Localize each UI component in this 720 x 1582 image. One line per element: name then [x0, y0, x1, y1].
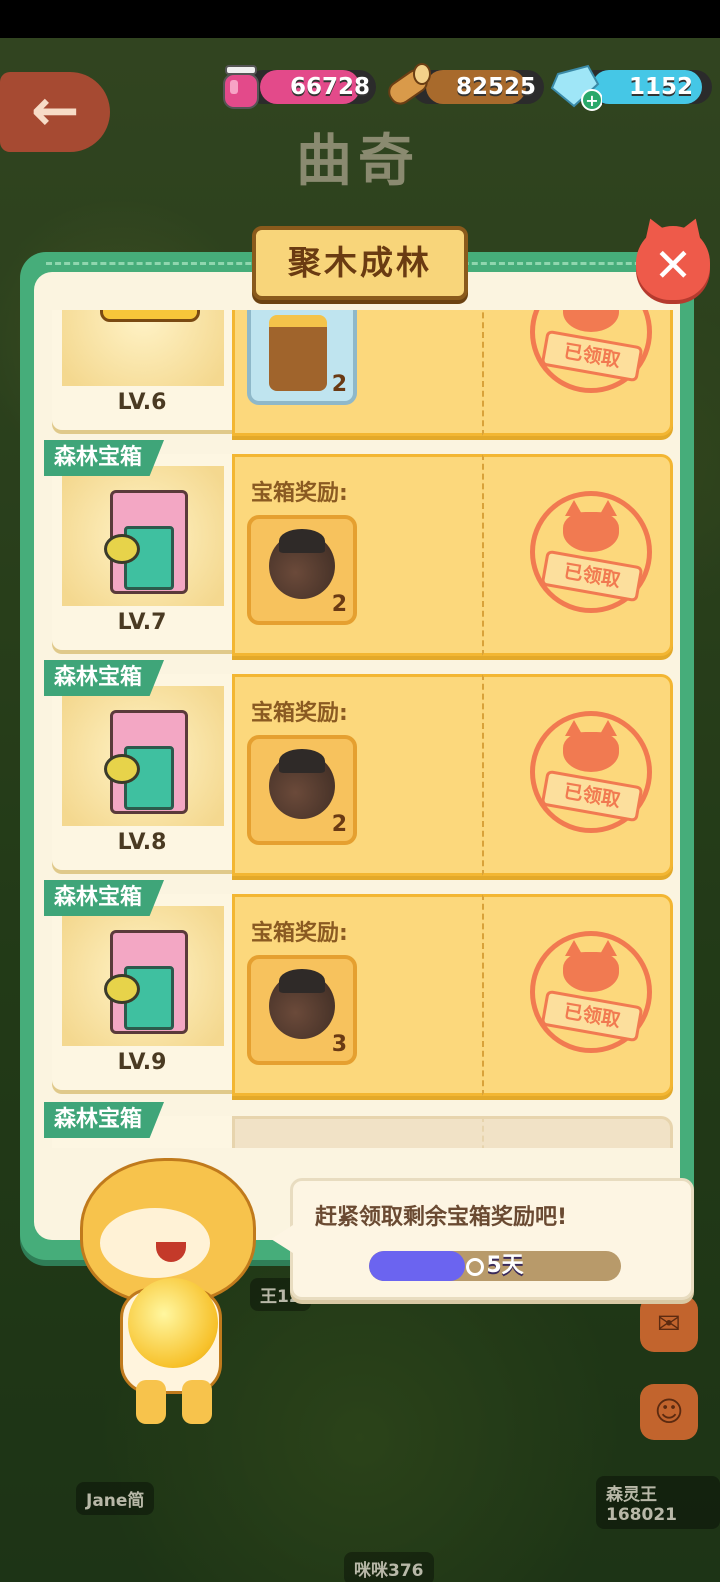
- player-name-tag: 森灵王168021: [596, 1476, 720, 1529]
- claimed-stamp: 已领取: [530, 711, 652, 833]
- cat-face-icon: [563, 940, 619, 992]
- jam-count: 66728: [290, 74, 371, 100]
- close-icon[interactable]: ✕: [636, 226, 710, 300]
- reward-list[interactable]: LV.6 2 已领取 森林宝箱 LV.7 宝箱奖励: 2 已领取 森林宝箱 LV…: [34, 310, 680, 1148]
- chest-tag: 森林宝箱: [44, 440, 165, 476]
- timer-text: 5天: [486, 1253, 524, 1278]
- reward-count: 3: [331, 1032, 347, 1057]
- jam-jar-icon: [216, 60, 266, 112]
- wood-resource[interactable]: 82525: [382, 63, 544, 108]
- claimed-label: 已领取: [540, 989, 644, 1043]
- reward-row: 森林宝箱 LV.9 宝箱奖励: 3 已领取: [44, 880, 673, 1098]
- reward-item[interactable]: 2: [247, 310, 357, 405]
- profile-card-icon[interactable]: ☺: [640, 1384, 698, 1440]
- chat-icon[interactable]: ✉: [640, 1296, 698, 1352]
- reward-row: 森林宝箱 LV.7 宝箱奖励: 2 已领取: [44, 440, 673, 658]
- diamond-icon: +: [548, 60, 603, 112]
- reward-row: LV.6 2 已领取: [52, 310, 673, 438]
- gold-chest-icon: [100, 310, 200, 322]
- cat-face-icon: [563, 720, 619, 772]
- claimed-stamp: 已领取: [530, 491, 652, 613]
- reward-item[interactable]: 2: [247, 735, 357, 845]
- chest-tag: 森林宝箱: [44, 1102, 165, 1138]
- crow-bomb-icon: [269, 969, 335, 1039]
- chest-tag: 森林宝箱: [44, 880, 165, 916]
- panel-title-plate: 聚木成林: [252, 226, 468, 300]
- cat-mascot: [70, 1148, 260, 1428]
- panel-title: 聚木成林: [288, 243, 432, 282]
- gem-count: 1152: [628, 74, 693, 100]
- chest-level: LV.7: [117, 610, 167, 635]
- forest-chest-icon: [104, 704, 188, 822]
- svg-text:+: +: [585, 91, 598, 110]
- player-name-tag: Jane简: [76, 1482, 155, 1515]
- reward-item[interactable]: 3: [247, 955, 357, 1065]
- wood-count: 82525: [456, 74, 537, 100]
- reward-label: 宝箱奖励:: [251, 481, 348, 506]
- forest-chest-icon: [104, 484, 188, 602]
- chest-level: LV.6: [117, 390, 167, 415]
- event-timer-bar: 5天: [369, 1251, 621, 1281]
- hint-bubble: 赶紧领取剩余宝箱奖励吧! 5天: [271, 1178, 694, 1300]
- cat-face-icon: [563, 310, 619, 332]
- chest-level: LV.8: [117, 830, 167, 855]
- crow-bomb-icon: [269, 529, 335, 599]
- claimed-stamp: 已领取: [530, 310, 652, 393]
- gem-resource[interactable]: 1152 +: [548, 64, 712, 111]
- reward-label: 宝箱奖励:: [251, 701, 348, 726]
- claimed-label: 已领取: [540, 329, 644, 383]
- wood-log-icon: [382, 60, 432, 112]
- claimed-label: 已领取: [540, 769, 644, 823]
- claimed-label: 已领取: [540, 549, 644, 603]
- hint-message: 赶紧领取剩余宝箱奖励吧!: [315, 1205, 568, 1230]
- town-name: 曲奇: [296, 129, 420, 194]
- crow-bomb-icon: [269, 749, 335, 819]
- tree-stump-icon: [269, 315, 327, 391]
- chest-level: LV.9: [117, 1050, 167, 1075]
- jam-resource[interactable]: 66728: [216, 65, 376, 109]
- reward-count: 2: [331, 812, 347, 837]
- player-name-tag: 咪咪376: [344, 1552, 434, 1582]
- status-bar: [0, 0, 720, 38]
- reward-count: 2: [331, 592, 347, 617]
- claimed-stamp: 已领取: [530, 931, 652, 1053]
- back-arrow-icon[interactable]: ←: [0, 72, 110, 152]
- reward-item[interactable]: 2: [247, 515, 357, 625]
- clock-icon: [466, 1258, 485, 1276]
- chest-tag: 森林宝箱: [44, 660, 165, 696]
- reward-label: 宝箱奖励:: [251, 921, 348, 946]
- forest-chest-icon: [104, 924, 188, 1042]
- golden-orb-icon: [128, 1278, 218, 1368]
- reward-panel: LV.6 2 已领取 森林宝箱 LV.7 宝箱奖励: 2 已领取 森林宝箱 LV…: [20, 252, 694, 1260]
- reward-row: 森林宝箱: [44, 1102, 673, 1148]
- reward-count: 2: [331, 372, 347, 397]
- reward-row: 森林宝箱 LV.8 宝箱奖励: 2 已领取: [44, 660, 673, 878]
- cat-face-icon: [563, 500, 619, 552]
